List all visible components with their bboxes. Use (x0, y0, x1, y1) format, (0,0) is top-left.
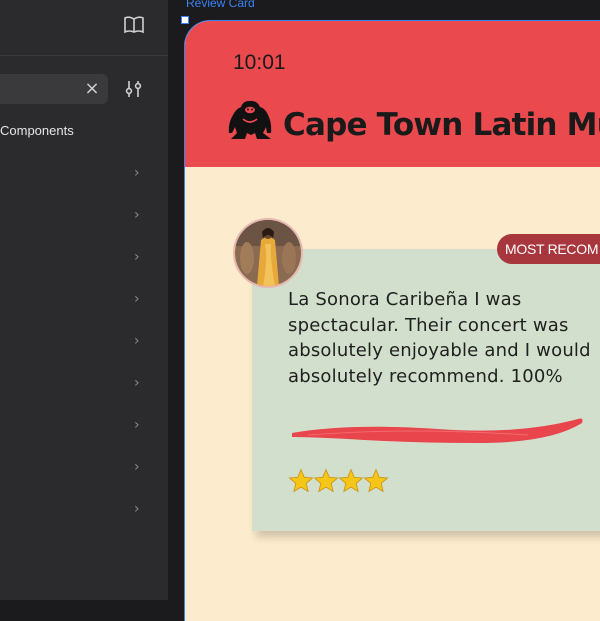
chevron-right-icon[interactable]: › (134, 334, 144, 348)
star-icon (288, 468, 314, 493)
chevron-right-icon[interactable]: › (134, 418, 144, 432)
gorilla-icon (228, 100, 272, 139)
avatar-image (235, 220, 301, 286)
chevron-right-icon[interactable]: › (134, 208, 144, 222)
star-icon (313, 468, 339, 493)
canvas-gutter (168, 0, 180, 600)
book-icon[interactable] (124, 16, 144, 34)
brush-stroke-divider (292, 418, 583, 443)
reviewer-avatar (233, 218, 303, 288)
close-icon[interactable]: × (84, 80, 100, 98)
chevron-right-icon[interactable]: › (134, 292, 144, 306)
frame-label[interactable]: Review Card (186, 0, 255, 10)
phone-frame[interactable]: 10:01 Cape Town Latin Music MOST RECOM L… (184, 20, 600, 621)
star-icon (338, 468, 364, 493)
panel-divider (0, 55, 168, 56)
layers-panel: × Components › › › › › › › › › (0, 0, 168, 600)
chevron-right-icon[interactable]: › (134, 376, 144, 390)
search-input[interactable]: × (0, 74, 108, 104)
filter-icon[interactable] (124, 79, 144, 99)
status-time: 10:01 (233, 51, 286, 74)
chevron-right-icon[interactable]: › (134, 502, 144, 516)
star-icon (363, 468, 389, 493)
app-header: 10:01 Cape Town Latin Music (185, 21, 600, 167)
chevron-right-icon[interactable]: › (134, 166, 144, 180)
app-title: Cape Town Latin Music (283, 107, 600, 143)
recommendation-badge: MOST RECOM (497, 234, 600, 264)
chevron-right-icon[interactable]: › (134, 460, 144, 474)
star-rating (288, 468, 389, 494)
review-text: La Sonora Caribeña I was spectacular. Th… (288, 289, 591, 387)
section-label-components[interactable]: Components (0, 123, 74, 138)
chevron-right-icon[interactable]: › (134, 250, 144, 264)
